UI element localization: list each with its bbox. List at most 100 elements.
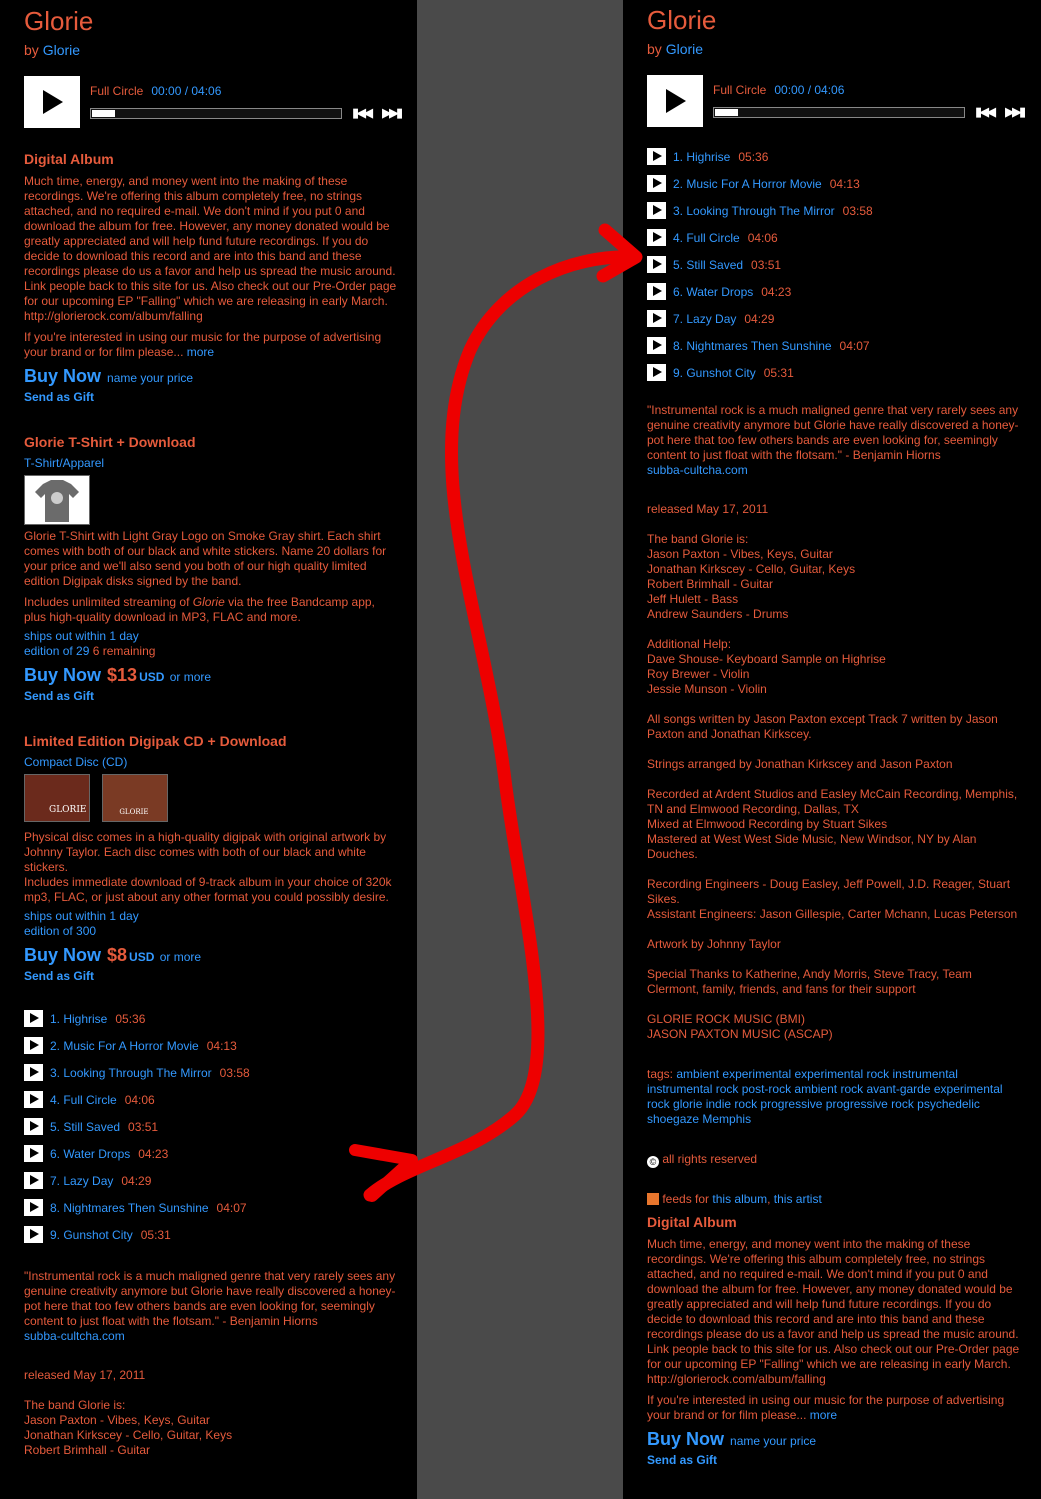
- track-link[interactable]: 8. Nightmares Then Sunshine 04:07: [673, 339, 870, 353]
- progress-knob[interactable]: [715, 109, 738, 116]
- track-play-icon[interactable]: [24, 1091, 43, 1108]
- track-name[interactable]: 8. Nightmares Then Sunshine: [50, 1201, 209, 1215]
- tag-link[interactable]: instrumental: [893, 1067, 958, 1081]
- track-play-icon[interactable]: [24, 1037, 43, 1054]
- track-name[interactable]: 2. Music For A Horror Movie: [50, 1039, 199, 1053]
- track-row[interactable]: 4. Full Circle 04:06: [647, 229, 1023, 256]
- track-row[interactable]: 8. Nightmares Then Sunshine 04:07: [647, 337, 1023, 364]
- track-row[interactable]: 5. Still Saved 03:51: [647, 256, 1023, 283]
- track-play-icon[interactable]: [24, 1118, 43, 1135]
- cd-image-1[interactable]: GLORIE: [24, 774, 90, 822]
- track-row[interactable]: 7. Lazy Day 04:29: [24, 1172, 400, 1199]
- track-name[interactable]: 1. Highrise: [673, 150, 730, 164]
- tshirt-image[interactable]: [24, 475, 90, 525]
- progress-bar[interactable]: [713, 107, 965, 118]
- track-play-icon[interactable]: [24, 1226, 43, 1243]
- track-row[interactable]: 1. Highrise 05:36: [24, 1010, 400, 1037]
- track-link[interactable]: 6. Water Drops 04:23: [50, 1147, 168, 1161]
- track-play-icon[interactable]: [647, 337, 666, 354]
- progress-knob[interactable]: [92, 110, 115, 117]
- track-row[interactable]: 8. Nightmares Then Sunshine 04:07: [24, 1199, 400, 1226]
- tshirt-send-as-gift-link[interactable]: Send as Gift: [24, 688, 400, 704]
- tag-link[interactable]: shoegaze: [647, 1112, 699, 1126]
- track-link[interactable]: 8. Nightmares Then Sunshine 04:07: [50, 1201, 247, 1215]
- track-play-icon[interactable]: [647, 202, 666, 219]
- cd-image-2[interactable]: GLORIE: [102, 774, 169, 822]
- track-name[interactable]: 3. Looking Through The Mirror: [673, 204, 835, 218]
- track-play-icon[interactable]: [647, 256, 666, 273]
- tag-link[interactable]: experimental: [722, 1067, 791, 1081]
- track-row[interactable]: 6. Water Drops 04:23: [24, 1145, 400, 1172]
- track-link[interactable]: 9. Gunshot City 05:31: [673, 366, 794, 380]
- track-name[interactable]: 2. Music For A Horror Movie: [673, 177, 822, 191]
- track-play-icon[interactable]: [24, 1064, 43, 1081]
- track-link[interactable]: 9. Gunshot City 05:31: [50, 1228, 171, 1242]
- play-button[interactable]: [24, 76, 80, 128]
- track-play-icon[interactable]: [647, 310, 666, 327]
- previous-track-icon[interactable]: ▮◀◀: [975, 104, 996, 120]
- track-link[interactable]: 2. Music For A Horror Movie 04:13: [673, 177, 860, 191]
- track-name[interactable]: 6. Water Drops: [673, 285, 753, 299]
- tag-link[interactable]: instrumental rock: [647, 1082, 738, 1096]
- track-name[interactable]: 5. Still Saved: [673, 258, 743, 272]
- tag-link[interactable]: indie rock: [706, 1097, 757, 1111]
- previous-track-icon[interactable]: ▮◀◀: [352, 105, 373, 121]
- review-source-link[interactable]: subba-cultcha.com: [647, 463, 1023, 478]
- tag-link[interactable]: experimental rock: [794, 1067, 889, 1081]
- tag-link[interactable]: psychedelic: [917, 1097, 980, 1111]
- next-track-icon[interactable]: ▶▶▮: [1005, 104, 1026, 120]
- track-link[interactable]: 3. Looking Through The Mirror 03:58: [50, 1066, 250, 1080]
- send-as-gift-link[interactable]: Send as Gift: [24, 389, 400, 405]
- tag-link[interactable]: ambient rock: [794, 1082, 863, 1096]
- tag-link[interactable]: post-rock: [742, 1082, 791, 1096]
- track-row[interactable]: 5. Still Saved 03:51: [24, 1118, 400, 1145]
- track-row[interactable]: 9. Gunshot City 05:31: [24, 1226, 400, 1253]
- more-link[interactable]: more: [187, 345, 214, 359]
- tag-link[interactable]: progressive: [760, 1097, 822, 1111]
- review-source-link[interactable]: subba-cultcha.com: [24, 1329, 400, 1344]
- track-link[interactable]: 2. Music For A Horror Movie 04:13: [50, 1039, 237, 1053]
- track-name[interactable]: 3. Looking Through The Mirror: [50, 1066, 212, 1080]
- track-name[interactable]: 4. Full Circle: [673, 231, 740, 245]
- play-button[interactable]: [647, 75, 703, 127]
- track-play-icon[interactable]: [24, 1199, 43, 1216]
- send-as-gift-link[interactable]: Send as Gift: [647, 1452, 1023, 1468]
- track-row[interactable]: 3. Looking Through The Mirror 03:58: [647, 202, 1023, 229]
- track-link[interactable]: 1. Highrise 05:36: [50, 1012, 145, 1026]
- track-row[interactable]: 1. Highrise 05:36: [647, 148, 1023, 175]
- track-name[interactable]: 4. Full Circle: [50, 1093, 117, 1107]
- tag-link[interactable]: avant-garde: [866, 1082, 930, 1096]
- track-link[interactable]: 5. Still Saved 03:51: [50, 1120, 158, 1134]
- track-row[interactable]: 4. Full Circle 04:06: [24, 1091, 400, 1118]
- more-link[interactable]: more: [810, 1408, 837, 1422]
- track-row[interactable]: 2. Music For A Horror Movie 04:13: [647, 175, 1023, 202]
- artist-link[interactable]: Glorie: [666, 41, 703, 57]
- track-play-icon[interactable]: [647, 364, 666, 381]
- track-row[interactable]: 6. Water Drops 04:23: [647, 283, 1023, 310]
- track-link[interactable]: 6. Water Drops 04:23: [673, 285, 791, 299]
- track-row[interactable]: 3. Looking Through The Mirror 03:58: [24, 1064, 400, 1091]
- track-play-icon[interactable]: [647, 229, 666, 246]
- tag-link[interactable]: Memphis: [702, 1112, 751, 1126]
- track-play-icon[interactable]: [647, 175, 666, 192]
- tag-link[interactable]: ambient: [676, 1067, 719, 1081]
- track-link[interactable]: 5. Still Saved 03:51: [673, 258, 781, 272]
- tag-link[interactable]: glorie: [673, 1097, 702, 1111]
- track-play-icon[interactable]: [24, 1145, 43, 1162]
- track-link[interactable]: 7. Lazy Day 04:29: [673, 312, 774, 326]
- cd-send-as-gift-link[interactable]: Send as Gift: [24, 968, 400, 984]
- track-row[interactable]: 7. Lazy Day 04:29: [647, 310, 1023, 337]
- buy-now-button[interactable]: Buy Now: [24, 366, 101, 386]
- cd-buy-now-button[interactable]: Buy Now: [24, 945, 101, 965]
- track-link[interactable]: 1. Highrise 05:36: [673, 150, 768, 164]
- track-name[interactable]: 7. Lazy Day: [50, 1174, 113, 1188]
- tshirt-buy-now-button[interactable]: Buy Now: [24, 665, 101, 685]
- track-name[interactable]: 6. Water Drops: [50, 1147, 130, 1161]
- tag-link[interactable]: progressive rock: [826, 1097, 914, 1111]
- track-play-icon[interactable]: [647, 283, 666, 300]
- track-row[interactable]: 9. Gunshot City 05:31: [647, 364, 1023, 391]
- track-play-icon[interactable]: [24, 1172, 43, 1189]
- track-play-icon[interactable]: [24, 1010, 43, 1027]
- track-play-icon[interactable]: [647, 148, 666, 165]
- track-name[interactable]: 5. Still Saved: [50, 1120, 120, 1134]
